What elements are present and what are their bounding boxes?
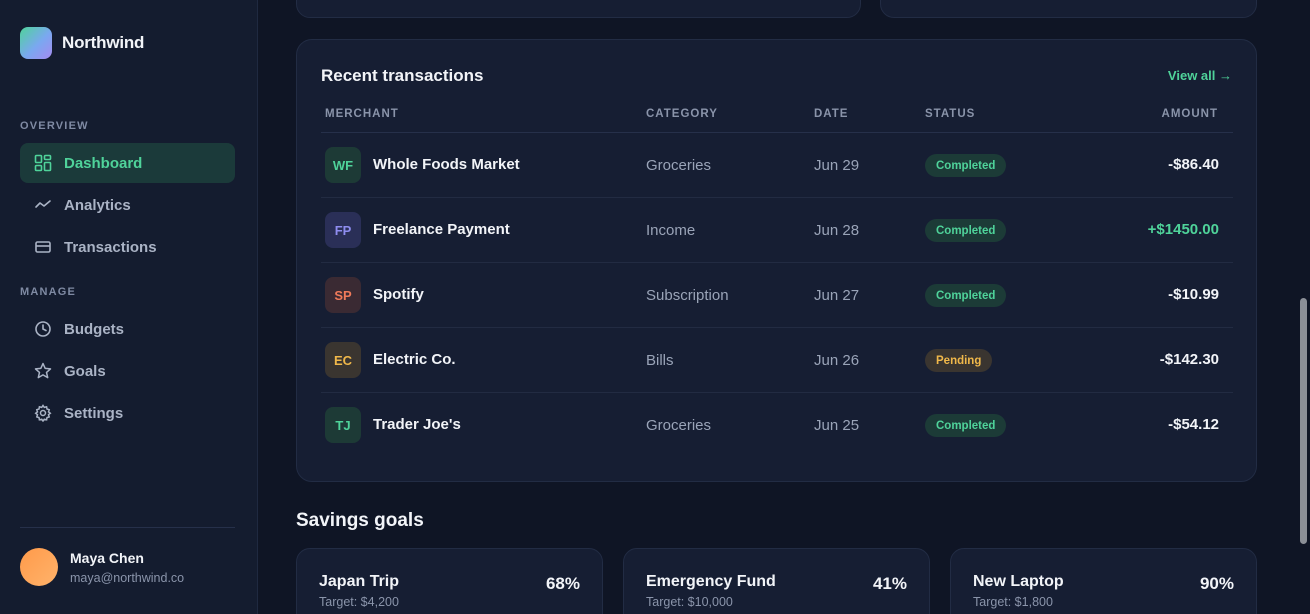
goal-target: Target: $10,000 [646,595,733,609]
goal-percent: 41% [872,574,907,593]
table-row[interactable]: WF Whole Foods Market Groceries Jun 29 C… [321,133,1233,198]
goal-target: Target: $1,800 [973,595,1053,609]
amount: +$1450.00 [1147,221,1219,238]
overview-section-label: OVERVIEW [20,120,89,132]
user-info: Maya Chen maya@northwind.co [70,550,184,585]
column-header-status: STATUS [925,108,976,120]
goal-card[interactable]: New Laptop Target: $1,800 90% [950,548,1257,614]
date: Jun 25 [814,417,860,434]
sidebar-item-analytics[interactable]: Analytics [20,185,235,225]
merchant-avatar: TJ [325,407,361,443]
sidebar-item-label: Dashboard [64,154,143,172]
merchant-avatar: FP [325,212,361,248]
sidebar-item-label: Settings [64,404,124,422]
merchant-name: Electric Co. [373,351,456,368]
merchant-avatar: EC [325,342,361,378]
sidebar-item-label: Goals [64,362,106,380]
amount: -$10.99 [1168,286,1219,303]
card-icon [34,238,52,256]
dashboard-icon [34,154,52,172]
table-row[interactable]: FP Freelance Payment Income Jun 28 Compl… [321,198,1233,263]
savings-goals-title: Savings goals [296,510,424,531]
category: Groceries [646,157,712,174]
date: Jun 26 [814,352,860,369]
goal-name: New Laptop [973,573,1064,590]
category: Bills [646,352,674,369]
merchant-avatar: WF [325,147,361,183]
gear-icon [34,404,52,422]
goal-name: Japan Trip [319,573,400,590]
sidebar: Northwind OVERVIEW Dashboard Analytics T… [0,0,258,614]
user-profile[interactable]: Maya Chen maya@northwind.co [20,548,184,586]
status-badge: Completed [925,284,1007,307]
sidebar-item-label: Transactions [64,238,157,256]
merchant-name: Whole Foods Market [373,156,520,173]
status-badge: Pending [925,349,993,372]
sidebar-item-label: Analytics [64,196,131,214]
column-header-category: CATEGORY [646,108,718,120]
amount: -$142.30 [1159,351,1219,368]
brand-name: Northwind [62,33,145,52]
scrollbar-thumb[interactable] [1300,298,1307,544]
goal-percent: 90% [1199,574,1234,593]
amount: -$54.12 [1168,416,1219,433]
date: Jun 29 [814,157,860,174]
sidebar-item-dashboard[interactable]: Dashboard [20,143,235,183]
user-email: maya@northwind.co [70,570,185,585]
goal-card[interactable]: Japan Trip Target: $4,200 68% [296,548,603,614]
category: Income [646,222,696,239]
table-row[interactable]: SP Spotify Subscription Jun 27 Completed… [321,263,1233,328]
scrollbar[interactable] [1298,0,1310,614]
category: Subscription [646,287,729,304]
sidebar-item-transactions[interactable]: Transactions [20,227,235,267]
star-icon [34,362,52,380]
sidebar-item-goals[interactable]: Goals [20,351,235,391]
column-header-merchant: MERCHANT [325,108,399,120]
recent-transactions-card: Recent transactions View all → MERCHANT … [296,39,1257,482]
card-title: Recent transactions [321,66,484,85]
brand[interactable]: Northwind [20,27,144,59]
status-badge: Completed [925,154,1007,177]
sidebar-item-settings[interactable]: Settings [20,393,235,433]
date: Jun 28 [814,222,860,239]
table-row[interactable]: TJ Trader Joe's Groceries Jun 25 Complet… [321,393,1233,458]
brand-logo [20,27,52,59]
amount: -$86.40 [1168,156,1219,173]
merchant-avatar: SP [325,277,361,313]
sidebar-item-label: Budgets [64,320,124,338]
view-all-link[interactable]: View all → [1168,68,1232,83]
summary-card [880,0,1257,18]
merchant-name: Trader Joe's [373,416,461,433]
sidebar-item-budgets[interactable]: Budgets [20,309,235,349]
status-badge: Completed [925,414,1007,437]
trend-icon [34,196,52,214]
table-row[interactable]: EC Electric Co. Bills Jun 26 Pending -$1… [321,328,1233,393]
summary-card [296,0,861,18]
manage-section-label: MANAGE [20,286,77,298]
goal-percent: 68% [545,574,580,593]
status-badge: Completed [925,219,1007,242]
category: Groceries [646,417,712,434]
goal-card[interactable]: Emergency Fund Target: $10,000 41% [623,548,930,614]
avatar [20,548,58,586]
column-header-amount: AMOUNT [1161,108,1218,120]
column-header-date: DATE [814,108,849,120]
clock-icon [34,320,52,338]
sidebar-divider [20,527,235,528]
goal-name: Emergency Fund [646,573,776,590]
date: Jun 27 [814,287,860,304]
merchant-name: Freelance Payment [373,221,510,238]
goal-target: Target: $4,200 [319,595,399,609]
merchant-name: Spotify [373,286,424,303]
user-name: Maya Chen [70,549,144,566]
